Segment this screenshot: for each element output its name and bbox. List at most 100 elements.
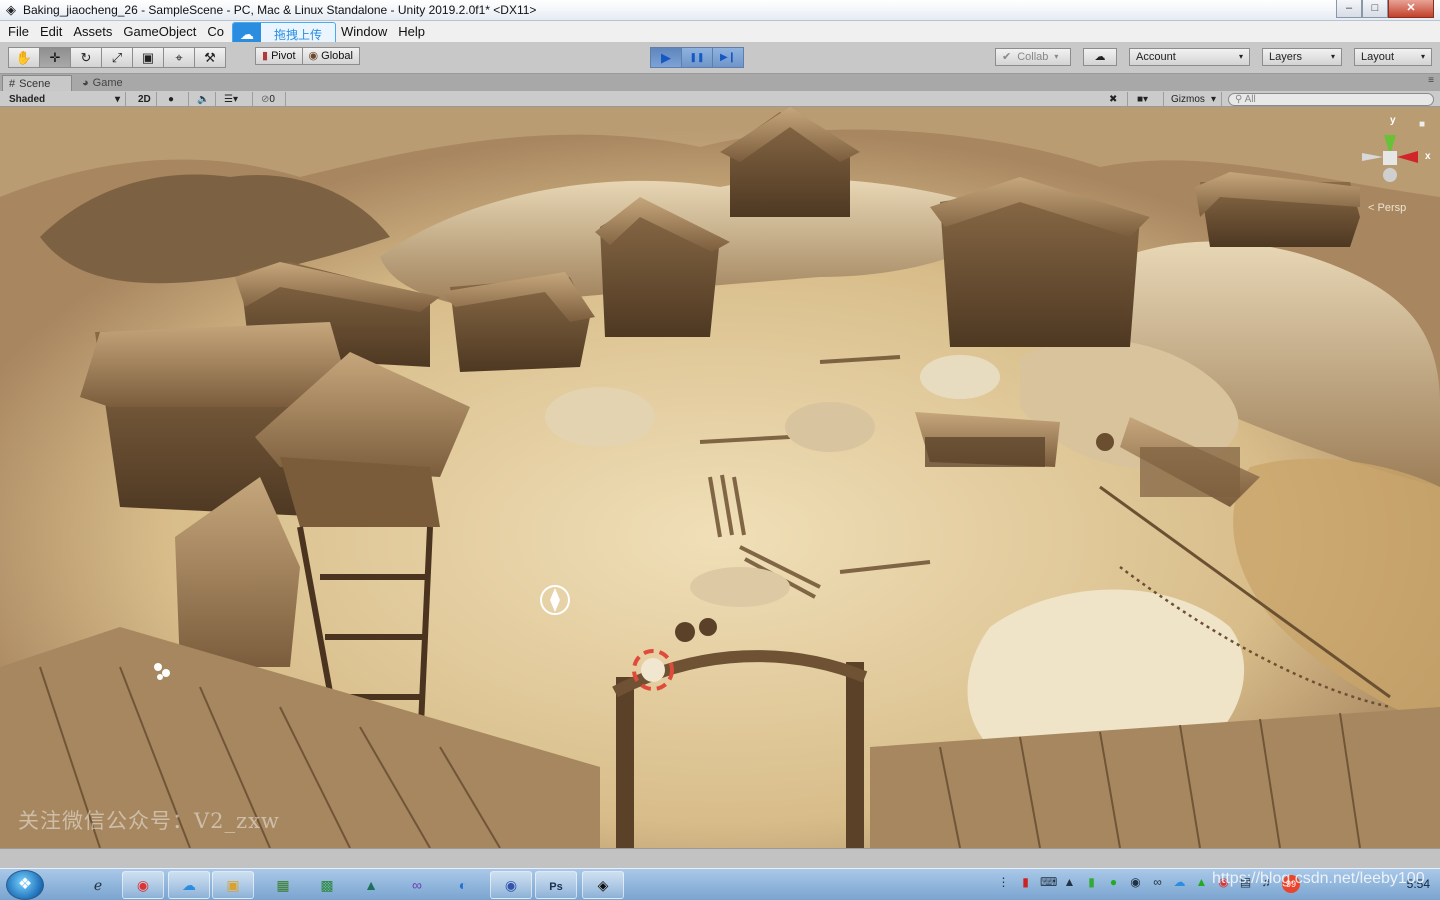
- layers-dropdown[interactable]: Layers ▾: [1262, 48, 1342, 66]
- pivot-controls: ▮ Pivot ◉ Global: [255, 47, 360, 65]
- maximize-button[interactable]: □: [1362, 0, 1388, 18]
- custom-tool-button[interactable]: ⚒: [194, 47, 226, 68]
- shading-mode-label: Shaded: [9, 93, 46, 105]
- view-tabs: # Scene ◕ Game ≡: [0, 74, 1440, 91]
- cloud-drive-taskbar-icon[interactable]: ☁: [168, 871, 210, 899]
- hidden-objects-toggle[interactable]: ⊘ 0: [256, 92, 286, 106]
- transform-tools: ✋ ✛ ↻ ⤢ ▣ ⌖ ⚒: [8, 47, 226, 68]
- tab-game-label: Game: [92, 77, 123, 89]
- app-taskbar-icon-3[interactable]: ▲: [350, 871, 392, 899]
- tray-wechat-icon[interactable]: ●: [1106, 875, 1121, 890]
- minimize-button[interactable]: –: [1336, 0, 1362, 18]
- tray-app-icon[interactable]: ◉: [1128, 875, 1143, 890]
- tray-battery-icon[interactable]: ▮: [1084, 875, 1099, 890]
- game-pacman-icon: ◕: [82, 77, 89, 89]
- menu-edit[interactable]: Edit: [36, 21, 69, 42]
- collab-button[interactable]: ✔ Collab ▾: [995, 48, 1071, 66]
- scene-viewport[interactable]: y x ■ < Persp 关注微信公众号：V2_zxw: [0, 107, 1440, 848]
- search-icon: ⚲: [1235, 94, 1243, 105]
- chevron-down-icon: ▾: [1330, 52, 1335, 61]
- gizmos-dropdown[interactable]: Gizmos ▾: [1166, 92, 1222, 106]
- pivot-icon: ▮: [262, 50, 269, 62]
- pause-button[interactable]: ❚❚: [681, 47, 713, 68]
- tray-pdf-icon[interactable]: ▮: [1018, 875, 1033, 890]
- gizmo-axis-y-label: y: [1390, 115, 1396, 126]
- app-taskbar-icon-5[interactable]: ◉: [490, 871, 532, 899]
- tray-shield-icon[interactable]: ▲: [1194, 875, 1209, 890]
- menu-file[interactable]: File: [4, 21, 36, 42]
- scene-tools-button[interactable]: ✖: [1104, 92, 1128, 106]
- scale-tool-button[interactable]: ⤢: [101, 47, 133, 68]
- cloud-icon: ☁: [1094, 51, 1106, 63]
- global-label: Global: [321, 50, 353, 62]
- chevron-down-icon: ▾: [114, 93, 120, 105]
- menu-gameobject[interactable]: GameObject: [119, 21, 203, 42]
- tray-arrow-icon[interactable]: ▲: [1062, 875, 1077, 890]
- chrome-taskbar-icon[interactable]: ◉: [122, 871, 164, 899]
- speaker-icon: 🔈: [197, 93, 210, 105]
- windows-logo-icon: ❖: [17, 876, 33, 893]
- menu-component[interactable]: Co: [203, 21, 231, 42]
- unity-logo-icon: ◈: [6, 2, 16, 17]
- globe-icon: ◉: [308, 50, 319, 62]
- scene-control-bar: Shaded ▾ 2D ● 🔈 ☰ ▾ ⊘ 0 ✖ ■ ▾ Gizmos ▾ ⚲…: [0, 91, 1440, 107]
- shading-mode-dropdown[interactable]: Shaded ▾: [4, 92, 126, 106]
- visual-studio-taskbar-icon[interactable]: ∞: [396, 871, 438, 899]
- chevron-down-icon: ▾: [1054, 52, 1059, 61]
- layout-dropdown[interactable]: Layout ▾: [1354, 48, 1432, 66]
- gizmos-label: Gizmos: [1171, 93, 1205, 105]
- tray-cloud-icon[interactable]: ☁: [1172, 875, 1187, 890]
- move-tool-button[interactable]: ✛: [39, 47, 71, 68]
- transform-tool-button[interactable]: ⌖: [163, 47, 195, 68]
- chevron-down-icon: ▾: [1210, 93, 1216, 105]
- lighting-toggle[interactable]: ●: [163, 92, 189, 106]
- menu-window[interactable]: Window: [337, 21, 394, 42]
- pivot-toggle[interactable]: ▮ Pivot: [255, 47, 303, 65]
- rect-tool-button[interactable]: ▣: [132, 47, 164, 68]
- audio-toggle[interactable]: 🔈: [192, 92, 216, 106]
- tab-game[interactable]: ◕ Game: [76, 75, 136, 91]
- app-taskbar-icon-4[interactable]: ◐: [442, 871, 484, 899]
- menu-help[interactable]: Help: [394, 21, 432, 42]
- chevron-down-icon: ▾: [1238, 52, 1243, 61]
- explorer-taskbar-icon[interactable]: ▣: [212, 871, 254, 899]
- tab-menu-icon[interactable]: ≡: [1428, 75, 1434, 86]
- effects-dropdown[interactable]: ☰ ▾: [219, 92, 253, 106]
- wrench-icon: ✖: [1109, 93, 1118, 105]
- unity-taskbar-icon[interactable]: ◈: [582, 871, 624, 899]
- camera-dropdown[interactable]: ■ ▾: [1132, 92, 1164, 106]
- close-button[interactable]: ✕: [1388, 0, 1434, 18]
- photoshop-taskbar-icon[interactable]: Ps: [535, 871, 577, 899]
- tab-scene[interactable]: # Scene: [2, 75, 72, 91]
- start-button[interactable]: ❖: [6, 870, 44, 900]
- app-taskbar-icon-2[interactable]: ▩: [306, 871, 348, 899]
- account-label: Account: [1136, 51, 1176, 63]
- lock-icon[interactable]: ■: [1419, 119, 1425, 130]
- hand-tool-button[interactable]: ✋: [8, 47, 40, 68]
- account-dropdown[interactable]: Account ▾: [1129, 48, 1250, 66]
- play-button[interactable]: ▶: [650, 47, 682, 68]
- ie-taskbar-icon[interactable]: ℯ: [77, 871, 119, 899]
- hidden-objects-count: 0: [269, 93, 275, 105]
- eye-off-icon: ⊘: [261, 93, 270, 105]
- effects-layers-icon: ☰: [224, 93, 233, 105]
- global-toggle[interactable]: ◉ Global: [301, 47, 360, 65]
- projection-mode-label[interactable]: < Persp: [1368, 202, 1406, 214]
- menu-assets[interactable]: Assets: [69, 21, 119, 42]
- cloud-services-button[interactable]: ☁: [1083, 48, 1117, 66]
- tray-keyboard-icon[interactable]: ⌨: [1040, 875, 1057, 890]
- lightbulb-icon: ●: [168, 93, 175, 105]
- blog-url-watermark: https://blog.csdn.net/leeby100: [1212, 870, 1425, 887]
- search-placeholder: All: [1244, 94, 1256, 105]
- scene-render: [0, 107, 1440, 848]
- tray-vs-icon[interactable]: ∞: [1150, 875, 1165, 890]
- rotate-tool-button[interactable]: ↻: [70, 47, 102, 68]
- app-taskbar-icon-1[interactable]: ▦: [262, 871, 304, 899]
- hierarchy-search-input[interactable]: ⚲ All: [1228, 93, 1434, 106]
- step-button[interactable]: ▶❙: [712, 47, 744, 68]
- chevron-down-icon: ▾: [232, 93, 238, 105]
- collab-label: Collab: [1017, 51, 1049, 63]
- tab-scene-label: Scene: [19, 77, 51, 90]
- mode-2d-toggle[interactable]: 2D: [133, 92, 157, 106]
- window-title: Baking_jiaocheng_26 - SampleScene - PC, …: [23, 3, 537, 17]
